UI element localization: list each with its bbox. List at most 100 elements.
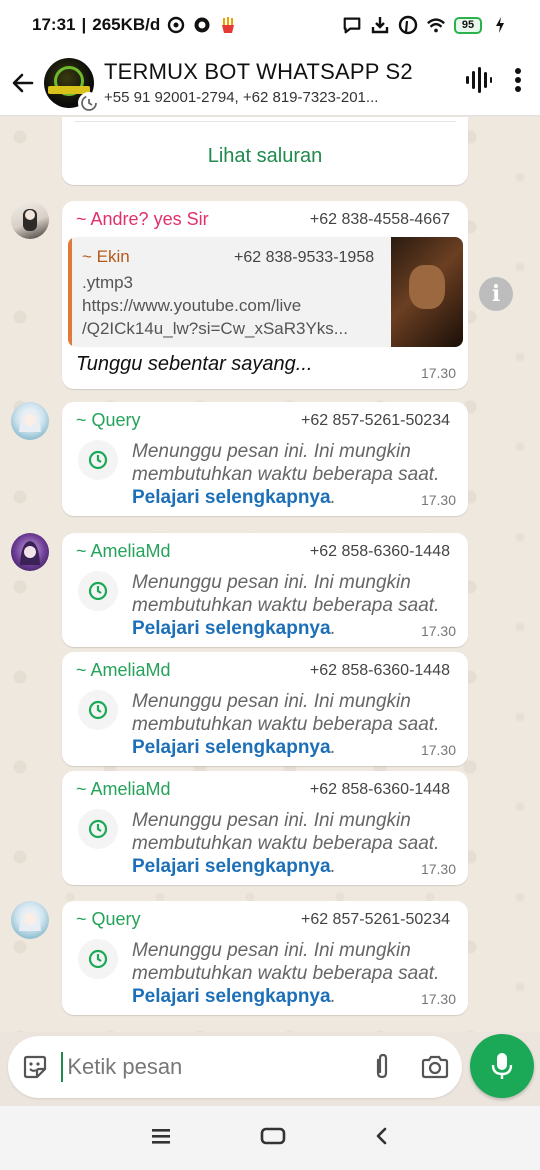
message-time: 17.30: [420, 742, 456, 758]
camera-icon: [422, 1055, 449, 1079]
waiting-message: Menunggu pesan ini. Ini mungkin membutuh…: [132, 441, 440, 485]
quote-thumbnail: [391, 237, 463, 347]
battery-icon: 95: [454, 16, 482, 34]
clock: 17:31: [32, 15, 76, 34]
quote-sender-phone: +62 838-9533-1958: [234, 249, 375, 266]
sender-name: ~ AmeliaMd: [76, 660, 171, 680]
hotspot-icon: [166, 15, 186, 35]
audio-wave-icon: [466, 67, 492, 93]
avatar-image: [19, 908, 41, 931]
channel-card: Lihat saluran: [62, 117, 468, 185]
period: .: [330, 618, 336, 639]
back-button[interactable]: [2, 50, 44, 116]
sender-name: ~ Query: [76, 410, 141, 430]
nav-back-button[interactable]: [374, 1126, 390, 1151]
sticker-icon: [23, 1055, 46, 1079]
chat-area[interactable]: Lihat saluran ~ Andre? yes Sir +62 838-4…: [0, 117, 540, 1032]
menu-icon: [152, 1128, 170, 1144]
arrow-left-icon: [12, 73, 34, 92]
emoji-button[interactable]: [8, 1053, 61, 1081]
charging-icon: [490, 15, 510, 35]
learn-more-link[interactable]: Pelajari selengkapnya: [132, 737, 331, 758]
learn-more-link[interactable]: Pelajari selengkapnya: [132, 986, 331, 1007]
waiting-text: Menunggu pesan ini. Ini mungkin membutuh…: [132, 571, 452, 640]
sender-name: ~ Query: [76, 909, 141, 929]
group-avatar[interactable]: [44, 57, 100, 114]
message-time: 17.30: [420, 365, 456, 381]
network-speed: 265KB/d: [92, 15, 161, 34]
clock-icon: [78, 809, 118, 849]
period: .: [330, 737, 336, 758]
app-notification-icon: [192, 15, 212, 35]
quote-line: .ytmp3: [82, 273, 134, 292]
clock-icon: [78, 939, 118, 979]
home-button[interactable]: [260, 1126, 286, 1151]
recents-button[interactable]: [150, 1127, 172, 1150]
group-info[interactable]: TERMUX BOT WHATSAPP S2 +55 91 92001-2794…: [104, 59, 424, 106]
system-nav-bar: [0, 1106, 540, 1170]
thumbnail-figure: [409, 265, 445, 309]
clock-icon: [78, 440, 118, 480]
avatar-image: [19, 409, 41, 432]
message-bubble[interactable]: ~ AmeliaMd +62 858-6360-1448 Menunggu pe…: [62, 533, 468, 647]
waiting-text: Menunggu pesan ini. Ini mungkin membutuh…: [132, 690, 452, 759]
message-bubble[interactable]: ~ AmeliaMd +62 858-6360-1448 Menunggu pe…: [62, 771, 468, 885]
quote-line: https://www.youtube.com/live: [82, 296, 302, 315]
divider: [74, 121, 456, 122]
sender-phone: +62 858-6360-1448: [309, 662, 450, 679]
chat-header: TERMUX BOT WHATSAPP S2 +55 91 92001-2794…: [0, 50, 540, 116]
sender-name: ~ AmeliaMd: [76, 779, 171, 799]
waiting-text: Menunggu pesan ini. Ini mungkin membutuh…: [132, 939, 452, 1008]
home-icon: [260, 1127, 286, 1144]
message-bubble[interactable]: ~ AmeliaMd +62 858-6360-1448 Menunggu pe…: [62, 652, 468, 766]
avatar-image: [20, 541, 40, 565]
download-icon: [370, 15, 390, 35]
attach-button[interactable]: [355, 1052, 408, 1082]
message-time: 17.30: [420, 861, 456, 877]
camera-button[interactable]: [409, 1054, 462, 1080]
clock-icon: [78, 690, 118, 730]
pinterest-icon: [398, 15, 418, 35]
kebab-menu-icon: [515, 68, 521, 92]
view-channel-button[interactable]: Lihat saluran: [62, 145, 468, 168]
message-input[interactable]: [61, 1052, 356, 1082]
clock-icon: [78, 571, 118, 611]
group-title: TERMUX BOT WHATSAPP S2: [104, 59, 413, 84]
avatar[interactable]: [11, 901, 49, 939]
composer: [8, 1036, 462, 1098]
message-bubble[interactable]: ~ Query +62 857-5261-50234 Menunggu pesa…: [62, 402, 468, 516]
fries-icon: [218, 15, 238, 35]
avatar[interactable]: [11, 533, 49, 571]
learn-more-link[interactable]: Pelajari selengkapnya: [132, 856, 331, 877]
message-time: 17.30: [420, 492, 456, 508]
message-time: 17.30: [420, 991, 456, 1007]
message-bubble[interactable]: ~ Andre? yes Sir +62 838-4558-4667 ~ Eki…: [62, 201, 468, 389]
voice-message-button[interactable]: [470, 1034, 534, 1098]
group-members: +55 91 92001-2794, +62 819-7323-201...: [104, 89, 379, 106]
sender-name: ~ Andre? yes Sir: [76, 209, 209, 229]
waiting-message: Menunggu pesan ini. Ini mungkin membutuh…: [132, 940, 440, 984]
chevron-left-icon: [376, 1127, 387, 1144]
quoted-message[interactable]: ~ Ekin +62 838-9533-1958 .ytmp3 https://…: [68, 237, 463, 347]
avatar[interactable]: [11, 402, 49, 440]
paperclip-icon: [376, 1053, 388, 1079]
sender-phone: +62 858-6360-1448: [309, 781, 450, 798]
quote-sender-name: ~ Ekin: [82, 247, 130, 266]
avatar[interactable]: [11, 201, 49, 239]
sender-phone: +62 838-4558-4667: [309, 211, 450, 228]
status-separator: |: [81, 15, 87, 34]
wifi-icon: [426, 15, 446, 35]
voice-chat-button[interactable]: [464, 66, 492, 99]
avatar-image: [23, 209, 37, 231]
quote-line: /Q2ICk14u_lw?si=Cw_xSaR3Yks...: [82, 319, 348, 338]
message-bubble[interactable]: ~ Query +62 857-5261-50234 Menunggu pesa…: [62, 901, 468, 1015]
more-options-button[interactable]: [514, 67, 522, 98]
learn-more-link[interactable]: Pelajari selengkapnya: [132, 618, 331, 639]
sender-phone: +62 857-5261-50234: [300, 412, 450, 429]
period: .: [330, 856, 336, 877]
period: .: [330, 986, 336, 1007]
learn-more-link[interactable]: Pelajari selengkapnya: [132, 487, 331, 508]
quote-stripe: [68, 237, 72, 347]
info-icon[interactable]: i: [479, 277, 513, 311]
waiting-text: Menunggu pesan ini. Ini mungkin membutuh…: [132, 440, 452, 509]
